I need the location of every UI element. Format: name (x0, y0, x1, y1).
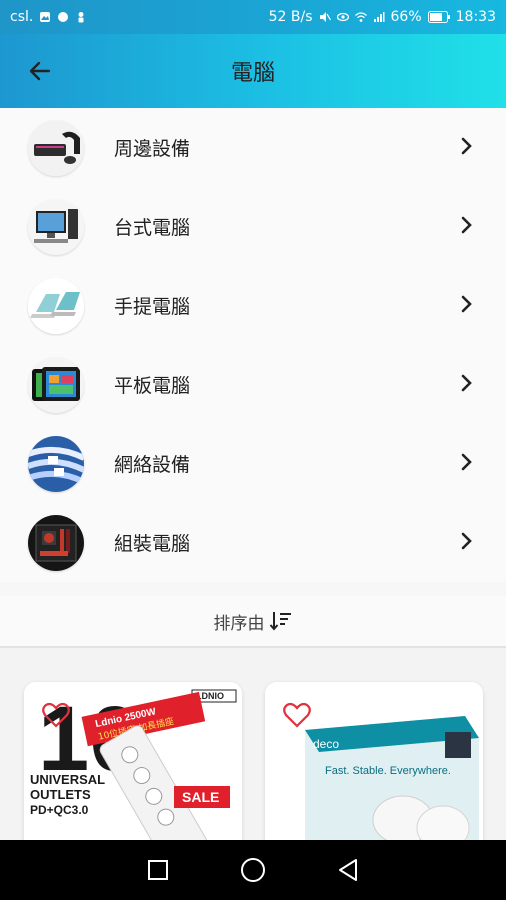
wifi-icon (354, 12, 367, 22)
chevron-right-icon (461, 216, 472, 234)
category-label: 平板電腦 (114, 375, 191, 397)
peripherals-thumbnail (28, 119, 84, 176)
category-label: 手提電腦 (114, 296, 191, 318)
back-arrow-icon (29, 61, 51, 81)
laptop-thumbnail (28, 277, 84, 334)
favorite-heart-icon[interactable] (283, 702, 311, 728)
chevron-right-icon (461, 137, 472, 155)
custom-pc-thumbnail (28, 514, 84, 571)
category-label: 周邊設備 (114, 138, 191, 160)
home-button[interactable] (233, 850, 273, 890)
chevron-right-icon (461, 295, 472, 313)
chevron-right-icon (461, 532, 472, 550)
person-notification-icon (78, 12, 84, 23)
product-grid: 10 UNIVERSAL OUTLETS PD+QC3.0 LDNIO Ldni… (0, 648, 506, 852)
svg-text:OUTLETS: OUTLETS (30, 787, 91, 802)
mute-icon (319, 12, 331, 22)
battery-percent: 66% (390, 9, 422, 25)
status-bar: csl. 52 B/s 66% 18:33 (0, 0, 506, 34)
favorite-heart-icon[interactable] (42, 702, 70, 728)
gallery-notification-icon (40, 12, 51, 22)
product-card[interactable]: 10 UNIVERSAL OUTLETS PD+QC3.0 LDNIO Ldni… (24, 682, 242, 852)
category-label: 台式電腦 (114, 217, 191, 239)
chevron-right-icon (461, 453, 472, 471)
battery-icon (427, 11, 450, 23)
svg-text:SALE: SALE (182, 789, 219, 805)
circle-home-icon (240, 858, 265, 882)
svg-text:UNIVERSAL: UNIVERSAL (30, 772, 105, 787)
chevron-right-icon (461, 374, 472, 392)
category-row-tablet[interactable]: 平板電腦 (0, 345, 506, 424)
product-card[interactable]: deco Fast. Stable. Everywhere. (265, 682, 483, 852)
back-nav-button[interactable] (328, 850, 368, 890)
message-notification-icon (58, 12, 69, 22)
eye-comfort-icon (336, 12, 349, 22)
recents-button[interactable] (138, 850, 178, 890)
category-row-desktop[interactable]: 台式電腦 (0, 187, 506, 266)
carrier-label: csl. (10, 9, 34, 25)
category-list: 周邊設備 台式電腦 手提電腦 平板電腦 網絡設備 組裝電腦 (0, 108, 506, 582)
signal-icon (373, 12, 385, 22)
svg-text:PD+QC3.0: PD+QC3.0 (30, 803, 89, 817)
sort-button[interactable]: 排序由 (0, 596, 506, 646)
sort-label: 排序由 (213, 613, 265, 634)
square-recents-icon (147, 860, 168, 880)
clock: 18:33 (455, 9, 496, 25)
page-title: 電腦 (230, 61, 275, 86)
tablet-thumbnail (28, 356, 84, 413)
category-row-network[interactable]: 網絡設備 (0, 424, 506, 503)
desktop-thumbnail (28, 198, 84, 255)
network-thumbnail (28, 435, 84, 492)
back-button[interactable] (16, 47, 64, 95)
category-row-peripherals[interactable]: 周邊設備 (0, 108, 506, 187)
network-speed: 52 B/s (268, 9, 313, 25)
svg-text:Fast. Stable. Everywhere.: Fast. Stable. Everywhere. (325, 765, 451, 777)
category-label: 網絡設備 (114, 454, 191, 476)
triangle-back-icon (339, 859, 358, 881)
category-row-laptop[interactable]: 手提電腦 (0, 266, 506, 345)
svg-text:deco: deco (313, 737, 339, 751)
system-navigation-bar (0, 840, 506, 900)
category-row-custom-pc[interactable]: 組裝電腦 (0, 503, 506, 582)
sort-descending-icon (269, 612, 291, 631)
app-bar: 電腦 (0, 34, 506, 108)
category-label: 組裝電腦 (114, 533, 191, 555)
